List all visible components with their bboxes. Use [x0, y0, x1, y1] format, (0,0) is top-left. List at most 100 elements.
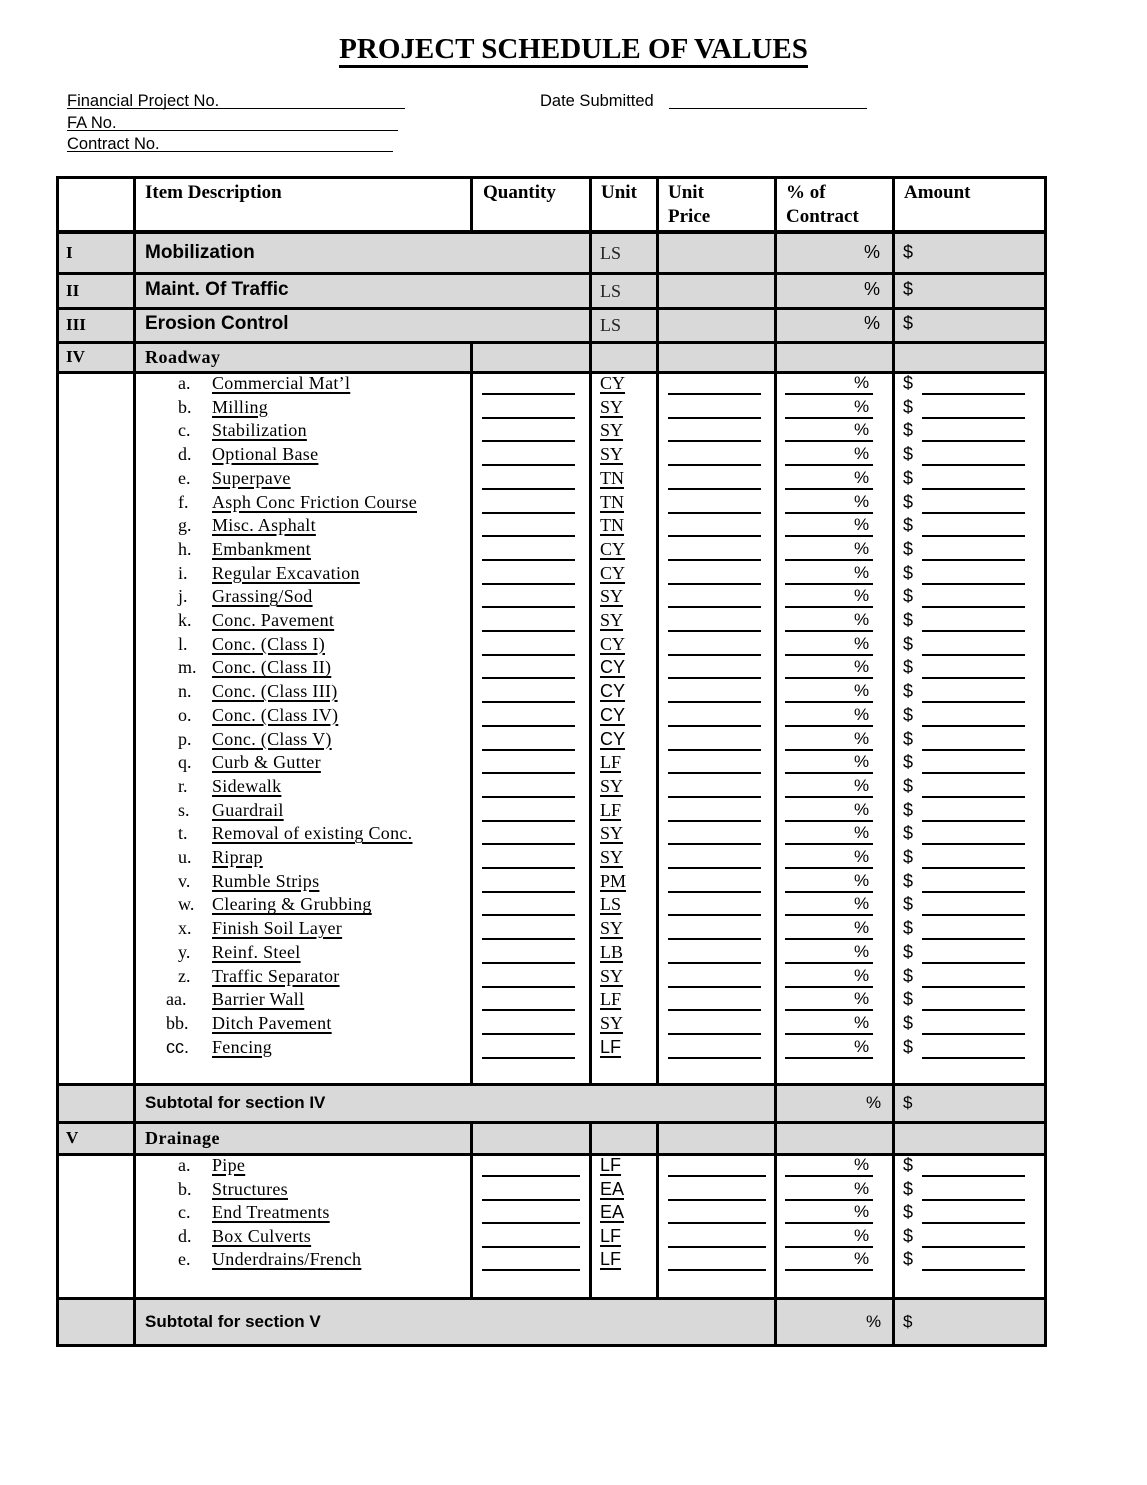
percent-field[interactable]: [785, 1032, 873, 1035]
quantity-field[interactable]: [482, 1056, 575, 1059]
quantity-field[interactable]: [482, 487, 575, 490]
percent-field[interactable]: [785, 1009, 873, 1012]
unit-price-field[interactable]: [668, 1245, 766, 1248]
amount-field[interactable]: [922, 464, 1025, 467]
quantity-field[interactable]: [482, 795, 575, 798]
unit-price-field[interactable]: [668, 795, 761, 798]
quantity-field[interactable]: [482, 890, 575, 893]
amount-field[interactable]: [922, 558, 1025, 561]
amount-field[interactable]: [922, 1269, 1025, 1272]
unit-price-field[interactable]: [668, 487, 761, 490]
quantity-field[interactable]: [482, 724, 575, 727]
subtotal-v-amount[interactable]: $: [903, 1312, 912, 1332]
percent-field[interactable]: [785, 558, 873, 561]
unit-price-field[interactable]: [668, 464, 761, 467]
amount-field[interactable]: [922, 795, 1025, 798]
unit-price-field[interactable]: [668, 890, 761, 893]
section-ii-percent[interactable]: %: [864, 279, 880, 300]
percent-field[interactable]: [785, 511, 873, 514]
quantity-field[interactable]: [482, 843, 575, 846]
quantity-field[interactable]: [482, 1269, 580, 1272]
amount-field[interactable]: [922, 1032, 1025, 1035]
amount-field[interactable]: [922, 677, 1025, 680]
amount-field[interactable]: [922, 819, 1025, 822]
amount-field[interactable]: [922, 511, 1025, 514]
quantity-field[interactable]: [482, 582, 575, 585]
amount-field[interactable]: [922, 867, 1025, 869]
percent-field[interactable]: [785, 867, 873, 869]
percent-field[interactable]: [785, 416, 873, 419]
unit-price-field[interactable]: [668, 867, 761, 869]
subtotal-iv-percent[interactable]: %: [866, 1093, 881, 1113]
amount-field[interactable]: [922, 748, 1025, 751]
quantity-field[interactable]: [482, 535, 575, 538]
unit-price-field[interactable]: [668, 748, 761, 751]
percent-field[interactable]: [785, 961, 873, 964]
quantity-field[interactable]: [482, 819, 575, 822]
unit-price-field[interactable]: [668, 1269, 766, 1272]
amount-field[interactable]: [922, 890, 1025, 893]
percent-field[interactable]: [785, 890, 873, 893]
unit-price-field[interactable]: [668, 535, 761, 538]
unit-price-field[interactable]: [668, 1032, 761, 1035]
financial-project-no-field[interactable]: [67, 108, 405, 109]
unit-price-field[interactable]: [668, 511, 761, 514]
unit-price-field[interactable]: [668, 724, 761, 727]
amount-field[interactable]: [922, 440, 1025, 443]
amount-field[interactable]: [922, 487, 1025, 490]
amount-field[interactable]: [922, 653, 1025, 656]
percent-field[interactable]: [785, 440, 873, 443]
amount-field[interactable]: [922, 1245, 1025, 1248]
percent-field[interactable]: [785, 393, 873, 395]
percent-field[interactable]: [785, 724, 873, 727]
quantity-field[interactable]: [482, 393, 575, 395]
amount-field[interactable]: [922, 701, 1025, 704]
unit-price-field[interactable]: [668, 1056, 761, 1059]
quantity-field[interactable]: [482, 701, 575, 704]
amount-field[interactable]: [922, 606, 1025, 609]
percent-field[interactable]: [785, 795, 873, 798]
amount-field[interactable]: [922, 724, 1025, 727]
unit-price-field[interactable]: [668, 558, 761, 561]
percent-field[interactable]: [785, 985, 873, 988]
amount-field[interactable]: [922, 582, 1025, 585]
percent-field[interactable]: [785, 748, 873, 751]
quantity-field[interactable]: [482, 1245, 580, 1248]
amount-field[interactable]: [922, 1009, 1025, 1012]
unit-price-field[interactable]: [668, 772, 761, 775]
unit-price-field[interactable]: [668, 961, 761, 964]
unit-price-field[interactable]: [668, 440, 761, 443]
percent-field[interactable]: [785, 1175, 873, 1177]
quantity-field[interactable]: [482, 748, 575, 751]
amount-field[interactable]: [922, 393, 1025, 395]
amount-field[interactable]: [922, 914, 1025, 917]
percent-field[interactable]: [785, 630, 873, 632]
amount-field[interactable]: [922, 1222, 1025, 1225]
quantity-field[interactable]: [482, 1175, 580, 1177]
percent-field[interactable]: [785, 487, 873, 490]
unit-price-field[interactable]: [668, 1009, 761, 1012]
amount-field[interactable]: [922, 1175, 1025, 1177]
quantity-field[interactable]: [482, 416, 575, 419]
percent-field[interactable]: [785, 701, 873, 704]
percent-field[interactable]: [785, 535, 873, 538]
unit-price-field[interactable]: [668, 1175, 766, 1177]
fa-no-field[interactable]: [67, 130, 398, 131]
unit-price-field[interactable]: [668, 606, 761, 609]
unit-price-field[interactable]: [668, 1198, 766, 1201]
unit-price-field[interactable]: [668, 1222, 766, 1225]
unit-price-field[interactable]: [668, 677, 761, 680]
amount-field[interactable]: [922, 961, 1025, 964]
percent-field[interactable]: [785, 1269, 873, 1272]
percent-field[interactable]: [785, 1056, 873, 1059]
quantity-field[interactable]: [482, 1009, 575, 1012]
section-iii-amount[interactable]: $: [903, 313, 913, 334]
percent-field[interactable]: [785, 938, 873, 941]
amount-field[interactable]: [922, 843, 1025, 846]
quantity-field[interactable]: [482, 606, 575, 609]
percent-field[interactable]: [785, 1222, 873, 1225]
unit-price-field[interactable]: [668, 819, 761, 822]
unit-price-field[interactable]: [668, 630, 761, 632]
quantity-field[interactable]: [482, 1222, 580, 1225]
date-submitted-field[interactable]: [669, 108, 867, 109]
